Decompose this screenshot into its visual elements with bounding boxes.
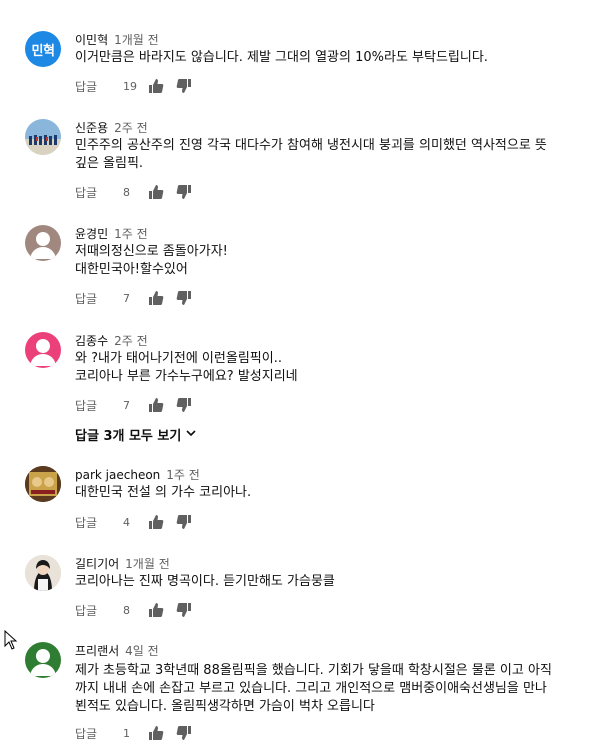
comment-time[interactable]: 1개월 전 [114, 33, 159, 47]
comment-text: 이거만큼은 바라지도 않습니다. 제발 그대의 열광의 10%라도 부탁드립니다… [75, 50, 488, 65]
thumbs-up-icon[interactable] [148, 290, 164, 306]
comment-time[interactable]: 2주 전 [114, 121, 148, 135]
show-replies-label: 답글 3개 모두 보기 [75, 429, 182, 444]
comment-author[interactable]: 윤경민 [75, 227, 108, 241]
avatar[interactable] [25, 332, 61, 368]
reply-button[interactable]: 답글 [75, 78, 123, 95]
comment-author[interactable]: park jaecheon [75, 468, 160, 482]
thumbs-up-icon[interactable] [148, 602, 164, 618]
comment-text: 민주주의 공산주의 진영 각국 대다수가 참여해 냉전시대 붕괴를 의미했던 역… [75, 138, 547, 171]
avatar[interactable] [25, 555, 61, 591]
reply-button[interactable]: 답글 [75, 184, 123, 201]
reply-button[interactable]: 답글 [75, 397, 123, 414]
thumbs-up-icon[interactable] [148, 725, 164, 741]
thumbs-down-icon[interactable] [176, 725, 192, 741]
reply-button[interactable]: 답글 [75, 290, 123, 307]
thumbs-up-icon[interactable] [148, 397, 164, 413]
reply-button[interactable]: 답글 [75, 602, 123, 619]
thumbs-down-icon[interactable] [176, 184, 192, 200]
avatar[interactable] [25, 225, 61, 261]
like-count: 4 [123, 515, 130, 529]
like-count: 8 [123, 603, 130, 617]
comment-author[interactable]: 김종수 [75, 334, 108, 348]
thumbs-down-icon[interactable] [176, 397, 192, 413]
reply-button[interactable]: 답글 [75, 725, 123, 742]
avatar[interactable] [25, 466, 61, 502]
like-count: 7 [123, 291, 130, 305]
chevron-down-icon [186, 427, 196, 442]
comment-author[interactable]: 프리랜서 [75, 644, 119, 658]
avatar[interactable] [25, 119, 61, 155]
thumbs-down-icon[interactable] [176, 602, 192, 618]
thumbs-up-icon[interactable] [148, 78, 164, 94]
like-count: 1 [123, 726, 130, 740]
comment-time[interactable]: 1주 전 [166, 468, 200, 482]
thumbs-up-icon[interactable] [148, 184, 164, 200]
comment-time[interactable]: 1개월 전 [125, 557, 170, 571]
comment-text: 와 ?내가 태어나기전에 이런올림픽이.. 코리아나 부른 가수누구에요? 발성… [75, 351, 298, 384]
avatar[interactable]: 민혁 [25, 31, 61, 67]
thumbs-down-icon[interactable] [176, 514, 192, 530]
avatar[interactable] [25, 642, 61, 678]
show-replies-button[interactable]: 답글 3개 모두 보기 [75, 425, 196, 444]
like-count: 8 [123, 185, 130, 199]
comment-author[interactable]: 길티기어 [75, 557, 119, 571]
thumbs-down-icon[interactable] [176, 78, 192, 94]
comment-text: 코리아나는 진짜 명곡이다. 듣기만해도 가슴뭉클 [75, 574, 335, 589]
avatar-initials: 민혁 [31, 43, 55, 59]
comment-author[interactable]: 신준용 [75, 121, 108, 135]
like-count: 7 [123, 398, 130, 412]
like-count: 19 [123, 79, 137, 93]
comment-text: 제가 초등학교 3학년때 88올림픽을 했습니다. 기회가 닿을때 학창시절은 … [75, 663, 552, 714]
comment-time[interactable]: 2주 전 [114, 334, 148, 348]
comment-time[interactable]: 1주 전 [114, 227, 148, 241]
reply-button[interactable]: 답글 [75, 514, 123, 531]
thumbs-down-icon[interactable] [176, 290, 192, 306]
thumbs-up-icon[interactable] [148, 514, 164, 530]
comment-text: 저때의정신으로 좀돌아가자! 대한민국아!할수있어 [75, 244, 228, 277]
mouse-cursor-icon [4, 629, 18, 654]
comment-text: 대한민국 전설 의 가수 코리아나. [75, 485, 252, 500]
comment-author[interactable]: 이민혁 [75, 33, 108, 47]
comment-time[interactable]: 4일 전 [125, 644, 159, 658]
